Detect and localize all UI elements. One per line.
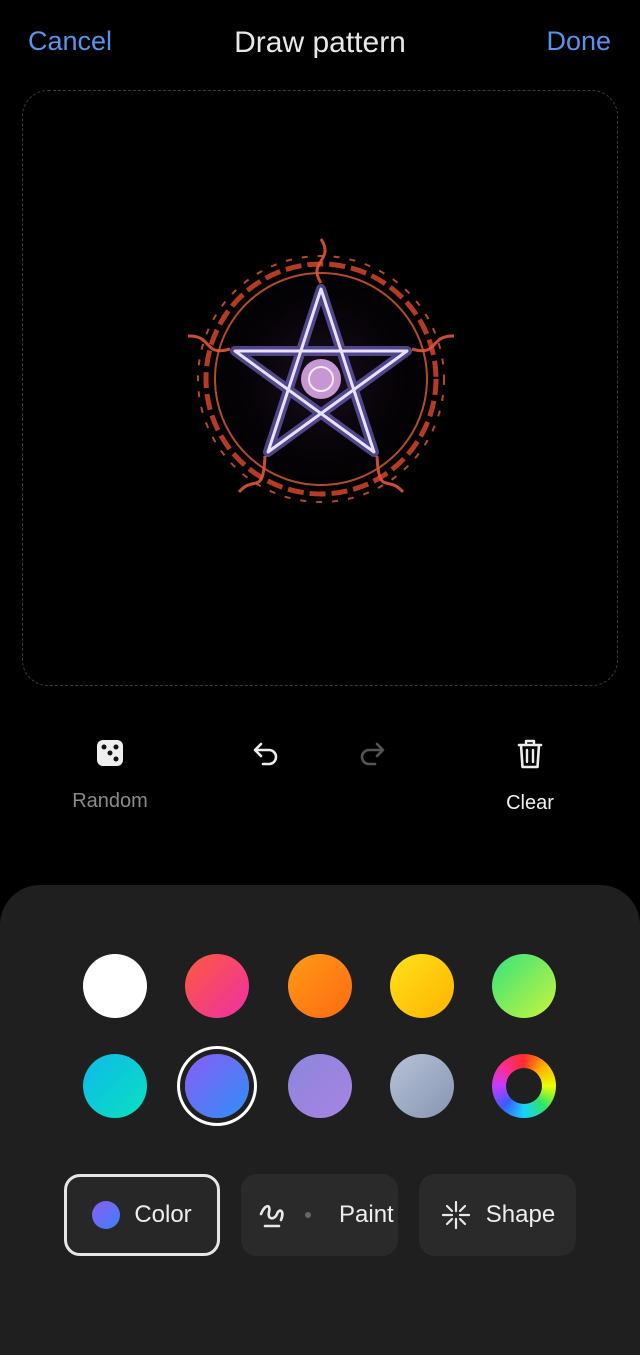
multicolor-ring-center <box>506 1068 542 1104</box>
brush-stroke-icon <box>259 1204 284 1228</box>
swatch-gray-blue[interactable] <box>390 1054 454 1118</box>
undo-icon <box>253 742 278 766</box>
swatch-blue-violet[interactable] <box>185 1054 249 1118</box>
random-tool[interactable]: Random <box>60 738 160 813</box>
page-title: Draw pattern <box>234 26 406 59</box>
swatch-pink-red[interactable] <box>185 954 249 1018</box>
color-dot-icon <box>92 1201 121 1229</box>
swatch-orange[interactable] <box>288 954 352 1018</box>
drawing-canvas[interactable] <box>22 90 618 686</box>
random-label: Random <box>72 790 148 812</box>
tab-paint-label: Paint <box>339 1201 394 1228</box>
swatch-green[interactable] <box>492 954 556 1018</box>
top-bar: Cancel Draw pattern Done <box>0 0 640 90</box>
done-button[interactable]: Done <box>546 26 611 57</box>
clear-tool[interactable]: Clear <box>490 738 570 815</box>
undo-button[interactable] <box>246 738 286 768</box>
tab-shape[interactable]: Shape <box>419 1174 576 1256</box>
dice-icon <box>97 740 123 766</box>
swatch-cyan[interactable] <box>83 1054 147 1118</box>
redo-icon <box>360 742 385 766</box>
sparkle-shape-icon <box>441 1200 470 1230</box>
tab-color[interactable]: Color <box>64 1174 220 1256</box>
tab-color-label: Color <box>134 1201 192 1228</box>
pattern-artwork <box>187 238 455 509</box>
trash-icon <box>517 739 543 769</box>
tab-shape-label: Shape <box>485 1201 556 1228</box>
tab-paint[interactable]: Paint <box>241 1174 398 1256</box>
redo-button[interactable] <box>352 738 392 768</box>
swatch-lavender[interactable] <box>288 1054 352 1118</box>
swatch-multicolor[interactable] <box>492 1054 556 1118</box>
swatch-white[interactable] <box>83 954 147 1018</box>
swatch-yellow[interactable] <box>390 954 454 1018</box>
paint-separator <box>305 1212 311 1218</box>
clear-label: Clear <box>506 792 554 814</box>
